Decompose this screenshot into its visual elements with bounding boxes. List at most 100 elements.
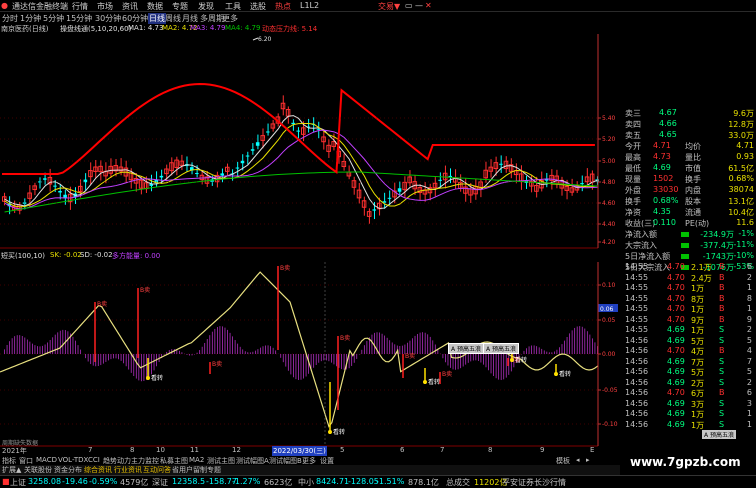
info-tab[interactable]: 行业资讯 [114,465,142,475]
candle-body [220,173,224,176]
buy-signal-label: 看转 [515,356,527,364]
quote-value: 0.93 [736,152,754,161]
date-axis: 2021年 7 8 10 11 12 2022/03/30(三) 5 6 7 8… [0,446,598,456]
menu-item-shichang[interactable]: 市场 [97,1,113,12]
menu-item-zixun[interactable]: 资讯 [122,1,138,12]
index3-amount: 878.1亿 [408,478,439,487]
tick-count: 2 [746,272,752,282]
flow-pct: -11% [733,240,754,249]
stock-name: 南京医药(日线) [1,25,49,33]
buy-signal-label: 看转 [559,370,571,378]
indicator-chart[interactable]: B卖B卖B卖B卖B卖B卖B卖B卖看转看转看转看转看转 [0,262,599,447]
expand-tab[interactable]: 扩展▲ [2,465,21,475]
tick-time: 14:56 [625,346,649,355]
tick-price: 4.69 [667,356,685,366]
quote-row: 最低 4.69 市值 61.5亿 [623,163,756,174]
tick-time: 14:55 [625,325,649,334]
info-tab[interactable]: 互动问答 [143,465,171,475]
candle-body [397,188,402,192]
index2-name[interactable]: 深证 [152,477,168,488]
indicator-tab[interactable]: MA2 [189,456,204,464]
indicator-tab[interactable]: MACD [36,456,57,464]
menu-item-l1l2[interactable]: L1L2 [300,1,319,10]
index3-change: -128.05 [348,477,379,486]
tick-count: 3 [746,398,752,408]
menu-item-faxian[interactable]: 发现 [198,1,214,12]
info-tab[interactable]: 关联股份 [24,465,52,475]
quote-volume: 33.0万 [728,131,754,140]
tick-volume: 5万 [691,368,705,377]
total-volume-label: 总成交 [446,478,470,487]
quote-volume: 9.6万 [733,109,754,118]
tick-row: 14:56 4.70 6万 B 6 [623,388,756,399]
flow-bar [681,243,689,248]
date-label: 2021年 [2,447,27,455]
tick-side: S [719,325,725,334]
tick-row: 14:55 4.70 2.4万 B 2 [623,273,756,284]
ma4-line [4,171,598,213]
tick-side: B [719,283,725,292]
menu-item-shuju[interactable]: 数据 [147,1,163,12]
tick-volume: 1万 [691,326,705,335]
indicator-tab[interactable]: VOL-TDX [58,456,88,464]
buy-signal-dot [423,380,427,384]
quote-row: 换手 0.68% 股本 13.1亿 [623,196,756,207]
candle-body [235,167,240,169]
tick-side: S [719,398,725,408]
minimize-icon[interactable]: — [415,1,423,10]
candle-body [387,197,392,199]
no-data-note: 周期缺失数据 [2,440,39,447]
candle-body [43,178,47,180]
tick-count: 6 [746,388,752,397]
index1-name[interactable]: 上证 [10,477,26,488]
menu-item-zhuanti[interactable]: 专题 [172,1,188,12]
pressure-line-value: 动态压力线: 5.14 [262,25,318,33]
info-tab[interactable]: 省用户留制专题 [172,465,221,475]
menu-item-gongju[interactable]: 工具 [225,1,241,12]
scroll-left-icon[interactable]: ◂ [576,456,580,464]
tick-count: 5 [746,367,752,376]
tick-time: 14:56 [625,377,649,387]
menu-item-redian[interactable]: 热点 [275,1,291,12]
index2-value: 12358.5 [172,477,206,486]
trade-menu[interactable]: 交易▼ [378,1,400,12]
kline-chart[interactable]: 6.20 [0,34,599,249]
ma3-value: MA3: 4.79 [190,24,226,32]
candle-body [499,163,503,165]
tick-row: 14:55 4.70 2.1万 B 6 [623,262,756,273]
tick-price: 4.70 [667,293,685,303]
quote-row: 今开 4.71 均价 4.71 [623,141,756,152]
tick-side: S [719,335,725,345]
restore-icon[interactable]: ▭ [405,1,413,10]
indicator-tab[interactable]: CCI [88,456,100,464]
quote-label: 卖三 [625,109,641,118]
price-tick-label: 4.20 [602,239,616,246]
tick-side: B [719,272,725,282]
tick-count: 4 [746,346,752,355]
scroll-right-icon[interactable]: ▸ [586,456,590,464]
index3-name[interactable]: 中小 [298,477,314,488]
watermark: www.7gpzb.com [630,455,741,469]
date-label: 8 [488,446,493,454]
sub-chart-legend: 短买(100,10) SK: -0.02 SD: -0.02 多方能量: 0.0… [0,250,598,261]
buy-signal-label: 看转 [428,378,440,386]
info-tab[interactable]: 资金分布 [54,465,82,475]
broker-name: 平安证券长沙行情 [502,478,566,487]
date-label: 5 [340,446,345,454]
tick-time: 14:56 [625,356,649,366]
tick-count: 1 [746,409,752,418]
flow-row: 大宗流入 -377.4万 -11% [623,240,756,251]
app-logo-icon: ● [1,1,8,10]
tick-price: 4.70 [667,388,685,397]
index3-pct: -1.51% [376,477,405,486]
quote-value: 4.73 [653,152,671,161]
menu-item-hangqing[interactable]: 行情 [72,1,88,12]
menu-item-xuangu[interactable]: 选股 [250,1,266,12]
tick-price: 4.70 [667,272,685,282]
info-tab[interactable]: 综合资讯 [84,465,112,475]
sub-indicator-name: 短买(100,10) [1,252,45,260]
tick-time: 14:56 [625,409,649,418]
tick-side: S [719,377,725,387]
close-icon[interactable]: ✕ [425,1,432,10]
candle-body [53,185,57,187]
